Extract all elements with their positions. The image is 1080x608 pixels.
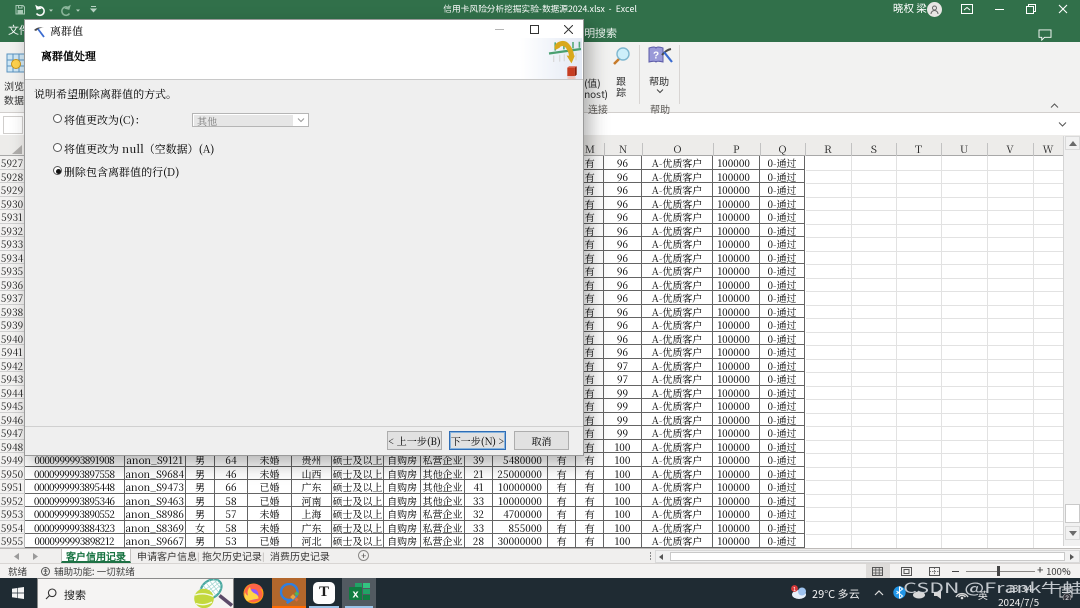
svg-text:1: 1 xyxy=(793,587,796,593)
svg-text:x: x xyxy=(352,589,359,601)
svg-text:?: ? xyxy=(653,51,659,62)
